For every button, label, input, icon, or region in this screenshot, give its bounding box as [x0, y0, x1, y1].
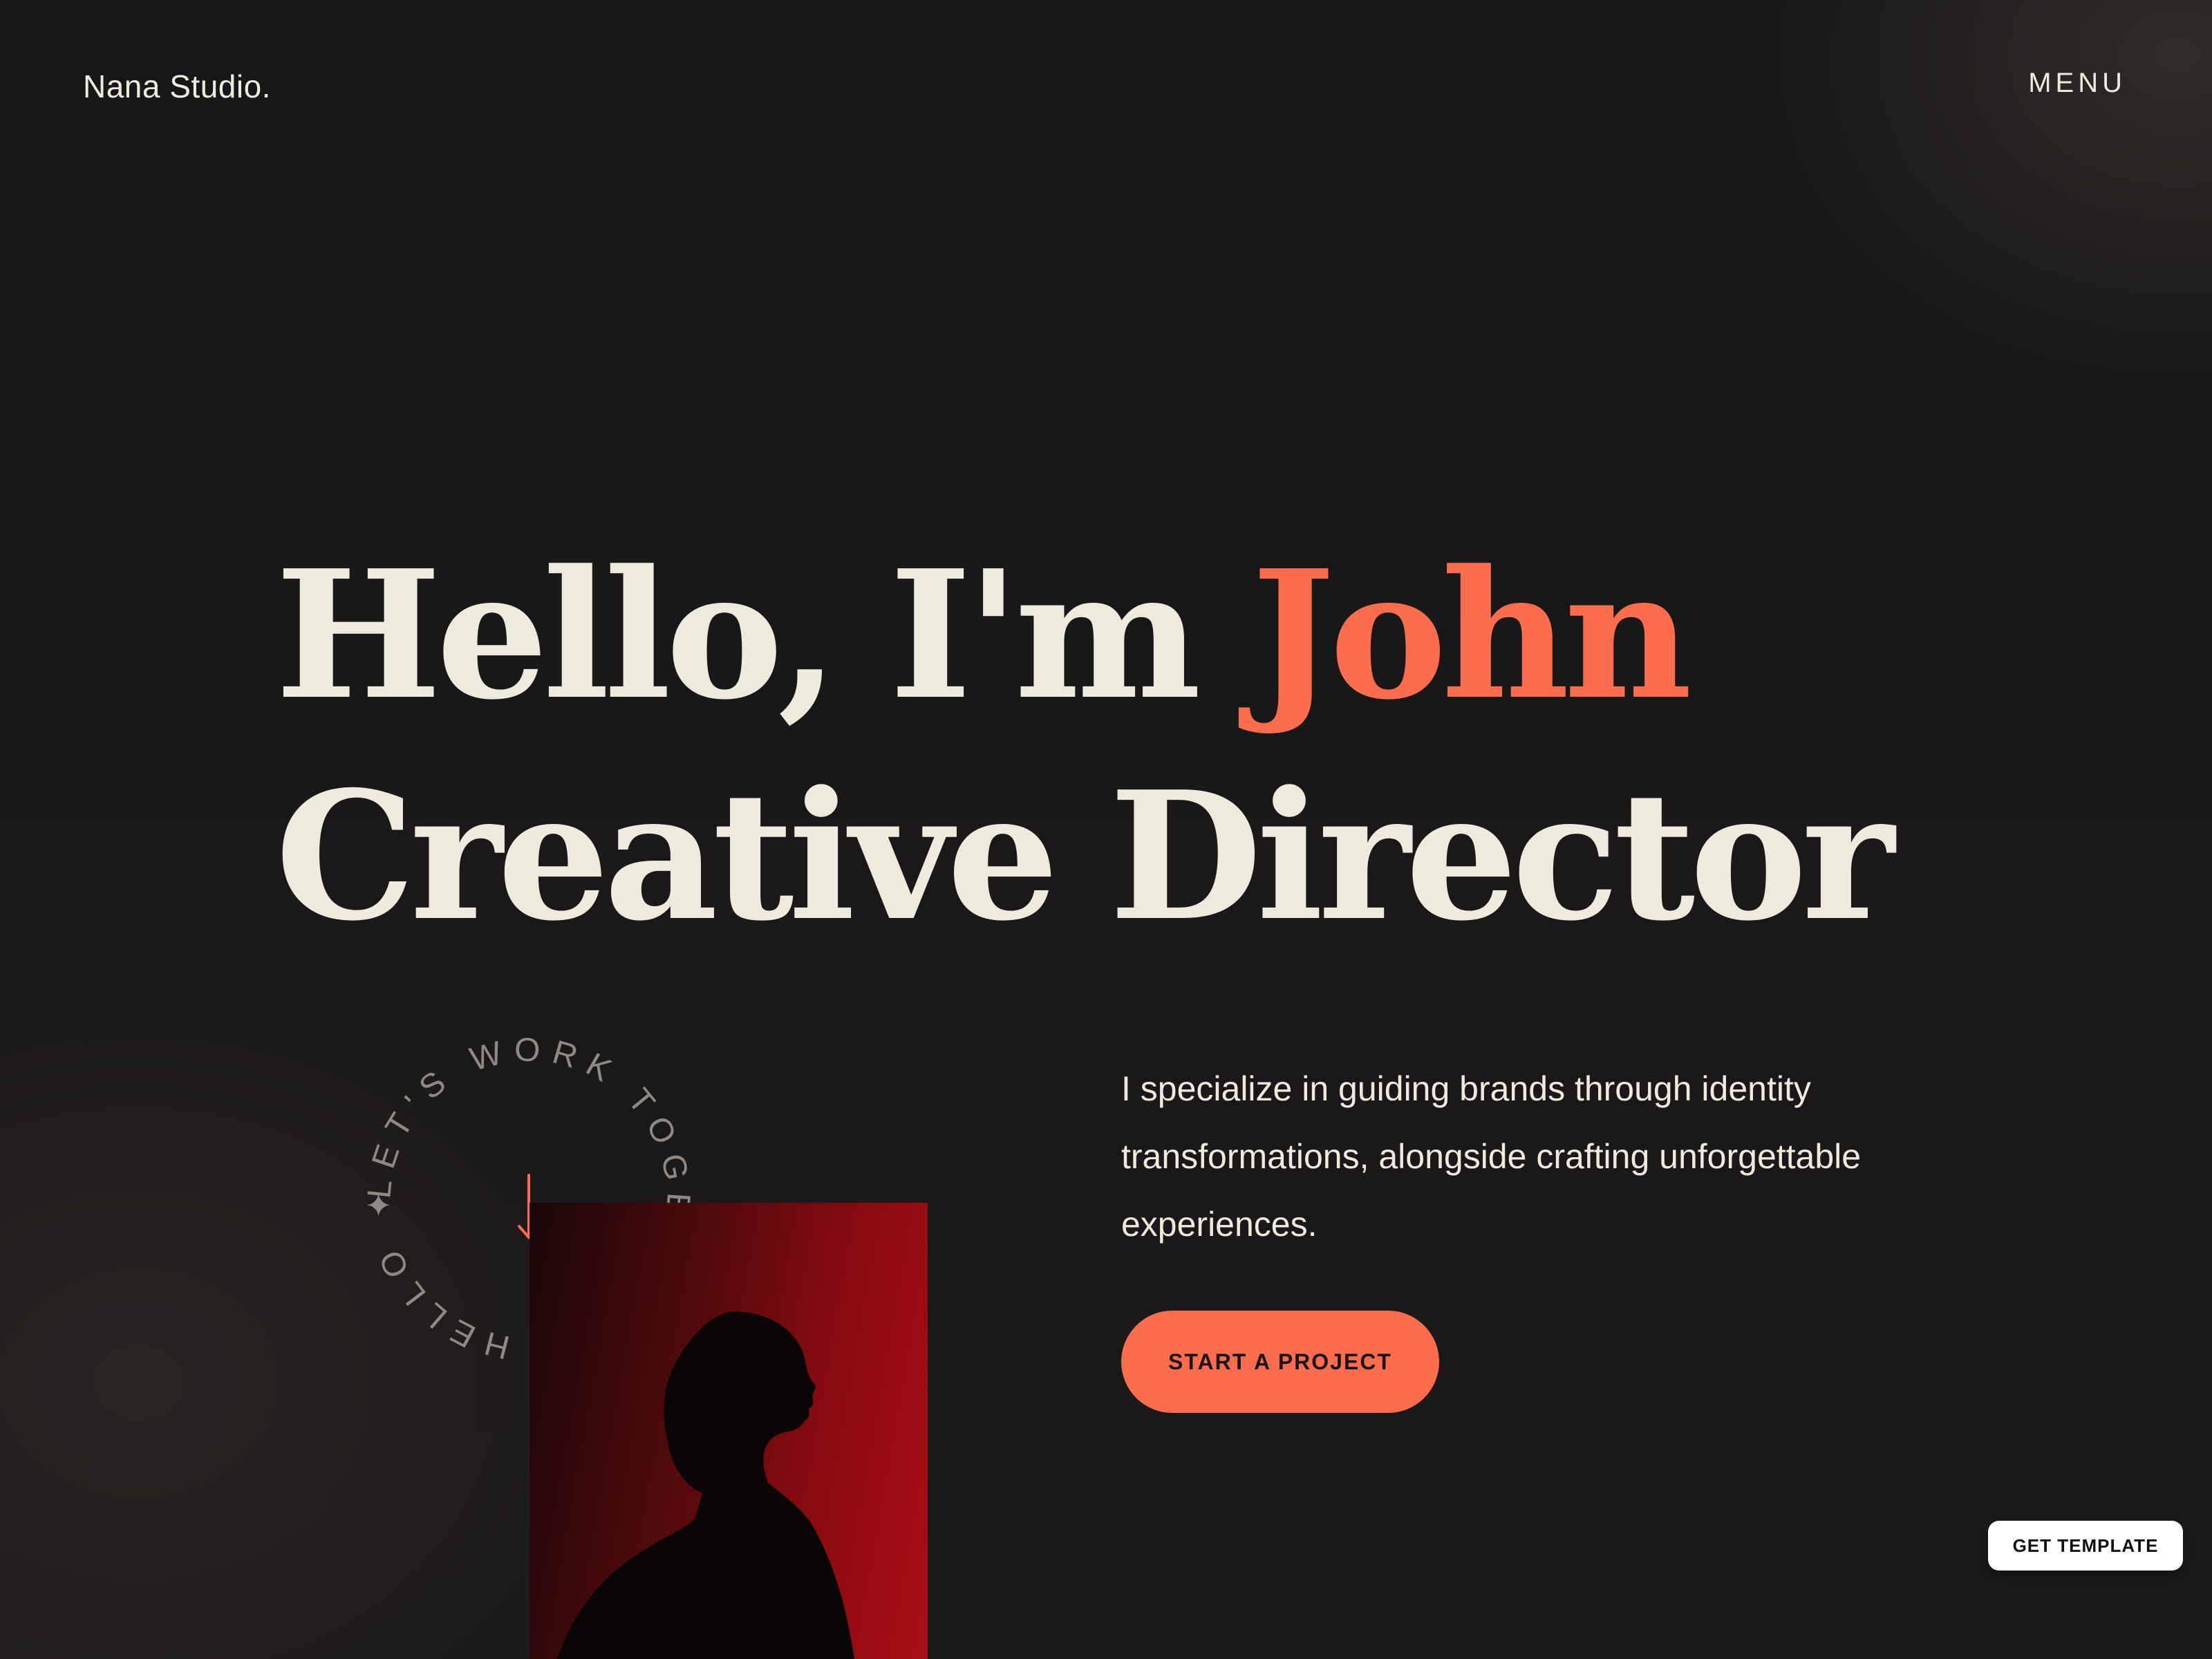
silhouette-image — [557, 1311, 854, 1659]
portrait-photo — [529, 1203, 928, 1659]
intro-text: I specialize in guiding brands through i… — [1121, 1069, 1862, 1244]
menu-button[interactable]: MENU — [2028, 68, 2126, 99]
headline-name: John — [1251, 532, 1693, 739]
brand-logo[interactable]: Nana Studio. — [83, 68, 271, 105]
hero-headline: Hello, I'm John Creative Director — [275, 525, 1895, 968]
get-template-button[interactable]: GET TEMPLATE — [1988, 1521, 2183, 1571]
headline-line-1: Hello, I'm John — [275, 525, 1889, 747]
start-project-button[interactable]: START A PROJECT — [1121, 1311, 1439, 1413]
headline-role: Creative Director — [275, 753, 1895, 960]
headline-greeting: Hello, I'm — [275, 532, 1252, 739]
